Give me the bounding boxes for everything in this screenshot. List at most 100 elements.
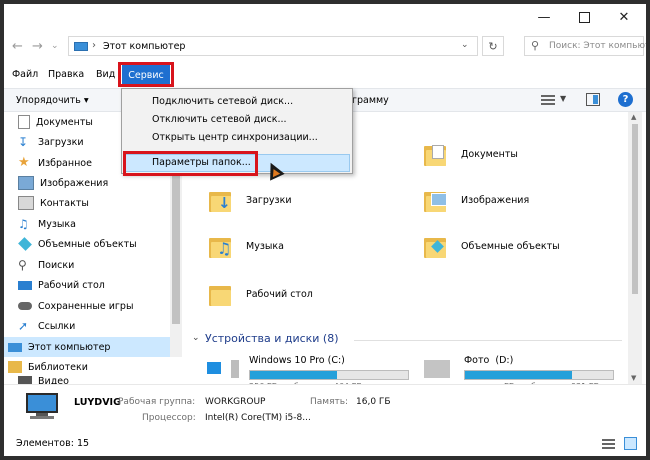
sidebar-item-label: Библиотеки	[28, 361, 88, 373]
sidebar-item-links[interactable]: ➚ Ссылки	[18, 316, 75, 336]
search-icon: ⚲	[531, 39, 540, 52]
maximize-button[interactable]	[564, 6, 604, 28]
folder-label: Музыка	[246, 241, 284, 252]
folder-options-highlight-frame	[123, 151, 258, 176]
sidebar-item-searches[interactable]: ⚲ Поиски	[18, 255, 74, 275]
computer-icon	[74, 42, 88, 51]
download-arrow-icon: ↧	[18, 135, 29, 149]
computer-large-icon	[22, 393, 62, 419]
scroll-up-icon[interactable]: ▲	[631, 113, 636, 121]
drive-body-icon	[424, 360, 450, 378]
images-folder-icon	[424, 190, 448, 212]
refresh-button[interactable]: ↻	[482, 36, 504, 56]
music-note-icon: ♫	[18, 217, 29, 231]
program-button-partial[interactable]: граммy	[352, 95, 389, 106]
link-arrow-icon: ➚	[18, 319, 29, 333]
drive-c[interactable]: Windows 10 Pro (C:) 256 ГБ свободно из 4…	[207, 354, 417, 384]
recent-chevron-icon[interactable]: ⌄	[51, 41, 59, 51]
organize-label: Упорядочить	[16, 95, 81, 106]
close-button[interactable]: ✕	[604, 6, 644, 28]
section-collapse-chevron-icon[interactable]: ⌄	[192, 333, 200, 343]
details-view-icon[interactable]	[602, 438, 615, 449]
sidebar-item-music[interactable]: ♫ Музыка	[18, 214, 76, 234]
star-icon: ★	[18, 155, 30, 170]
sidebar-item-label: Избранное	[38, 157, 92, 169]
sidebar-item-downloads[interactable]: ↧ Загрузки	[18, 132, 84, 152]
search-input[interactable]: ⚲ Поиск: Этот компьютер	[524, 36, 646, 56]
desktop-icon	[18, 280, 32, 290]
gamepad-icon	[18, 302, 32, 310]
folder-icon	[424, 144, 448, 166]
sidebar-item-saved-games[interactable]: Сохраненные игры	[18, 296, 133, 316]
sidebar-item-label: Объемные объекты	[38, 238, 137, 250]
minimize-button[interactable]: —	[524, 6, 564, 28]
sidebar-item-desktop[interactable]: Рабочий стол	[18, 275, 105, 295]
workgroup-value: WORKGROUP	[205, 397, 266, 407]
organize-button[interactable]: Упорядочить ▾	[16, 95, 89, 106]
view-dropdown-icon[interactable]: ▼	[560, 94, 566, 103]
forward-arrow-icon[interactable]: →	[32, 39, 43, 54]
document-icon	[18, 115, 30, 129]
folder-label: Документы	[461, 149, 518, 160]
sidebar-item-3d-objects[interactable]: Объемные объекты	[18, 234, 137, 254]
status-bar: Элементов: 15	[4, 434, 646, 456]
drive-label: Фото (D:)	[464, 355, 514, 366]
sidebar-item-label: Документы	[36, 116, 93, 128]
address-dropdown-icon[interactable]: ⌄	[461, 40, 469, 50]
explorer-window: — ✕ ← → ⌄ › Этот компьютер ⌄ ↻ ⚲ Поиск: …	[4, 4, 646, 456]
menu-item-sync-center[interactable]: Открыть центр синхронизации...	[152, 132, 318, 143]
drive-d[interactable]: Фото (D:) ГБ свободно из 931 ГБ	[422, 354, 622, 384]
view-options-icon[interactable]	[541, 94, 555, 106]
title-bar: — ✕	[4, 4, 646, 30]
sidebar-item-label: Загрузки	[38, 136, 84, 148]
contacts-icon	[18, 196, 34, 210]
menu-edit[interactable]: Правка	[48, 69, 84, 80]
back-arrow-icon[interactable]: ←	[12, 39, 23, 54]
computer-icon	[8, 342, 22, 352]
menu-bar: Файл Правка Вид Сервис	[4, 62, 646, 87]
memory-label: Память:	[310, 397, 349, 407]
drive-usage-fill	[250, 371, 337, 379]
memory-value: 16,0 ГБ	[356, 397, 391, 407]
details-pane: LUYDVIG Рабочая группа: WORKGROUP Память…	[4, 384, 646, 433]
cube-icon	[18, 237, 32, 251]
image-icon	[18, 176, 34, 190]
menu-item-map-network-drive[interactable]: Подключить сетевой диск...	[152, 96, 293, 107]
sidebar-item-label: Музыка	[38, 218, 76, 230]
refresh-icon: ↻	[488, 39, 498, 53]
sidebar-item-label: Поиски	[38, 259, 75, 271]
sidebar-item-label: Изображения	[40, 177, 109, 189]
menu-item-disconnect-network-drive[interactable]: Отключить сетевой диск...	[152, 114, 287, 125]
address-path: Этот компьютер	[103, 41, 186, 52]
menu-file[interactable]: Файл	[12, 69, 38, 80]
sidebar-item-documents[interactable]: Документы	[18, 112, 93, 132]
content-scroll-thumb[interactable]	[632, 124, 638, 294]
address-bar[interactable]: › Этот компьютер ⌄	[68, 36, 478, 56]
service-highlight-frame	[118, 62, 174, 87]
sidebar-item-favorites[interactable]: ★ Избранное	[18, 153, 92, 173]
download-folder-icon: ↓	[209, 190, 233, 212]
library-icon	[8, 361, 22, 373]
scroll-down-icon[interactable]: ▼	[631, 374, 636, 382]
folder-label: Рабочий стол	[246, 289, 313, 300]
menu-view[interactable]: Вид	[96, 69, 115, 80]
search-placeholder: Поиск: Этот компьютер	[549, 41, 646, 51]
sidebar-item-this-pc[interactable]: Этот компьютер	[8, 337, 110, 357]
preview-pane-icon[interactable]	[586, 93, 600, 106]
drive-label: Windows 10 Pro (C:)	[249, 355, 345, 366]
drive-usage-fill	[465, 371, 572, 379]
objects-folder-icon	[424, 236, 448, 258]
desktop-folder-icon	[209, 284, 233, 306]
search-icon: ⚲	[18, 258, 27, 272]
tiles-view-icon[interactable]	[624, 437, 637, 450]
music-folder-icon: ♫	[209, 236, 233, 258]
sidebar-item-libraries[interactable]: Библиотеки	[8, 357, 88, 377]
sidebar-item-contacts[interactable]: Контакты	[18, 193, 89, 213]
drive-body-icon	[231, 360, 239, 378]
folder-label: Объемные объекты	[461, 241, 560, 252]
sidebar-item-images[interactable]: Изображения	[18, 173, 108, 193]
item-count: Элементов: 15	[16, 438, 90, 449]
sidebar-item-label: Сохраненные игры	[38, 300, 134, 312]
devices-section-header[interactable]: Устройства и диски (8)	[205, 332, 339, 345]
help-icon[interactable]: ?	[618, 92, 633, 107]
